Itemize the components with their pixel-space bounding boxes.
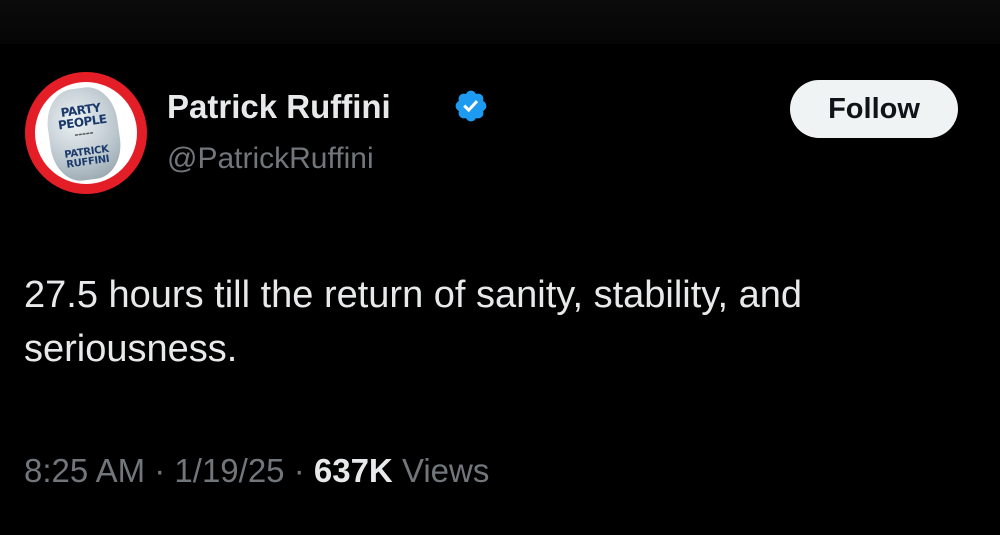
verified-badge-icon <box>455 90 487 122</box>
user-handle[interactable]: @PatrickRuffini <box>167 142 374 176</box>
separator: · <box>154 452 166 489</box>
avatar-image: PARTY PEOPLE ▬▬▬▬▬ PATRICK RUFFINI <box>35 82 137 184</box>
views-count[interactable]: 637K <box>314 452 393 489</box>
follow-button[interactable]: Follow <box>790 80 958 138</box>
avatar[interactable]: PARTY PEOPLE ▬▬▬▬▬ PATRICK RUFFINI <box>25 72 147 194</box>
display-name[interactable]: Patrick Ruffini <box>167 88 391 126</box>
views-label[interactable]: Views <box>402 452 489 489</box>
separator: · <box>293 452 305 489</box>
tweet-date[interactable]: 1/19/25 <box>174 452 284 489</box>
book-cover: PARTY PEOPLE ▬▬▬▬▬ PATRICK RUFFINI <box>42 83 126 184</box>
tweet-card: PARTY PEOPLE ▬▬▬▬▬ PATRICK RUFFINI Patri… <box>0 0 1000 535</box>
tweet-metadata: 8:25 AM · 1/19/25 · 637K Views <box>24 452 489 490</box>
tweet-text: 27.5 hours till the return of sanity, st… <box>24 274 802 370</box>
tweet-time[interactable]: 8:25 AM <box>24 452 145 489</box>
book-author: PATRICK RUFFINI <box>63 143 111 171</box>
